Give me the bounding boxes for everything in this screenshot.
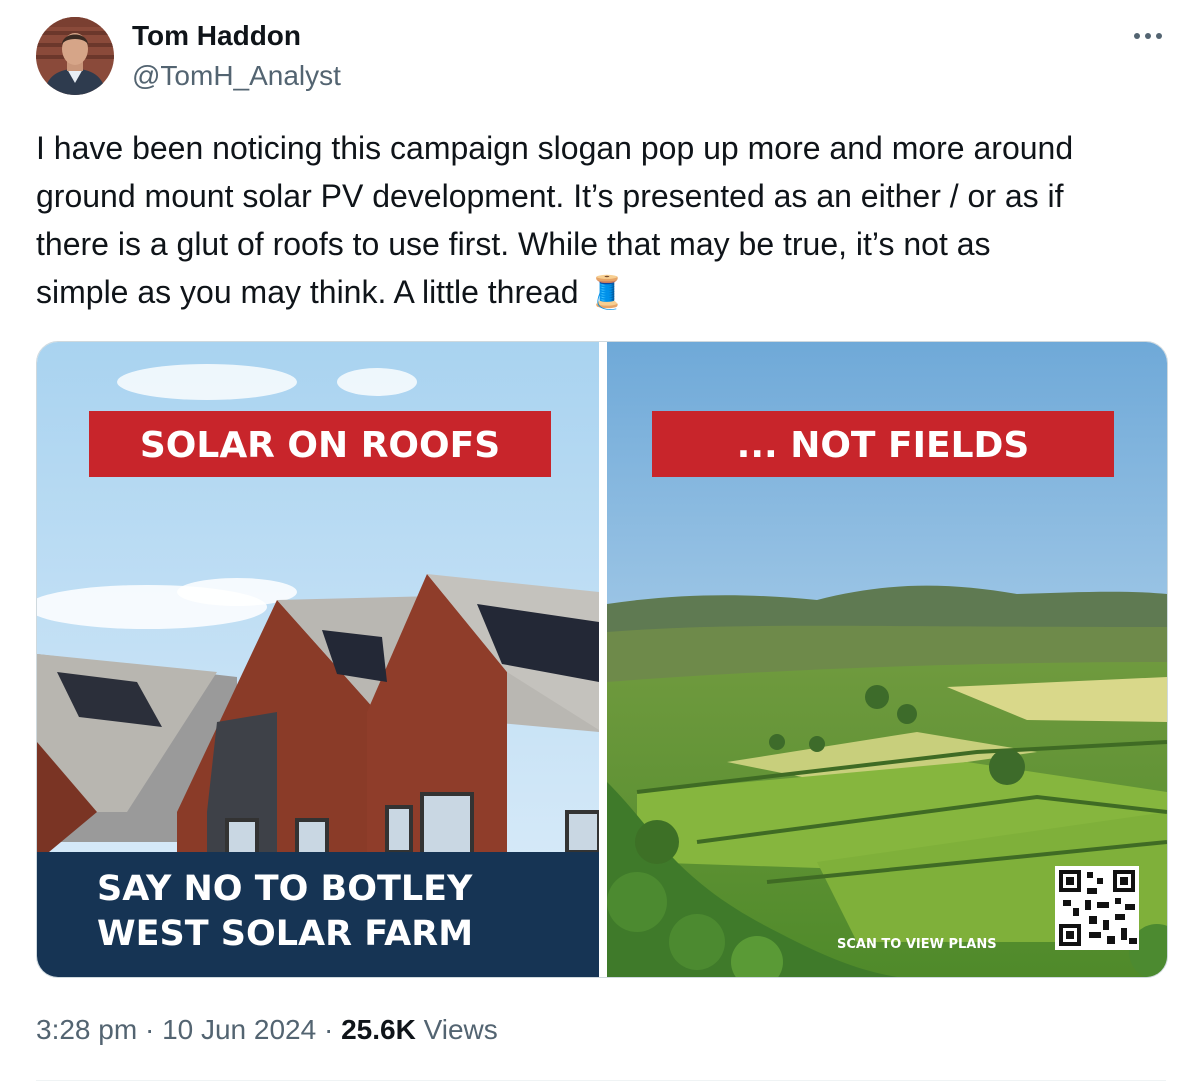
tweet-text: I have been noticing this campaign sloga…: [36, 130, 1074, 310]
more-horizontal-icon: [1134, 33, 1162, 39]
more-options-button[interactable]: [1128, 22, 1168, 50]
author-avatar[interactable]: [36, 17, 114, 95]
meta-separator: ·: [144, 1014, 155, 1045]
author-handle[interactable]: @TomH_Analyst: [132, 58, 341, 94]
tweet-media-image[interactable]: SOLAR ON ROOFS SAY NO TO BOTLEY WEST SOL…: [36, 341, 1168, 978]
bottom-line-1: SAY NO TO BOTLEY: [97, 869, 473, 909]
right-banner-text: ... NOT FIELDS: [737, 425, 1030, 466]
views-link[interactable]: 25.6K Views: [341, 1014, 498, 1045]
divider: [36, 1080, 1166, 1081]
qr-code-icon: [1055, 866, 1139, 950]
scan-label: SCAN TO VIEW PLANS: [837, 937, 997, 952]
meta-separator-2: ·: [323, 1014, 334, 1045]
right-panel-fields: ... NOT FIELDS SCAN TO VIEW PLANS: [607, 342, 1167, 977]
left-panel-roofs: SOLAR ON ROOFS SAY NO TO BOTLEY WEST SOL…: [37, 342, 601, 977]
views-count: 25.6K: [341, 1014, 416, 1045]
tweet-timestamp-link[interactable]: 3:28 pm · 10 Jun 2024: [36, 1014, 316, 1045]
author-name[interactable]: Tom Haddon: [132, 18, 301, 54]
left-banner-text: SOLAR ON ROOFS: [140, 425, 500, 466]
tweet-date: 10 Jun 2024: [162, 1014, 317, 1045]
views-label: Views: [423, 1014, 498, 1045]
tweet-meta: 3:28 pm · 10 Jun 2024 · 25.6K Views: [36, 1010, 498, 1050]
bottom-line-2: WEST SOLAR FARM: [97, 914, 473, 954]
tweet-time: 3:28 pm: [36, 1014, 138, 1045]
